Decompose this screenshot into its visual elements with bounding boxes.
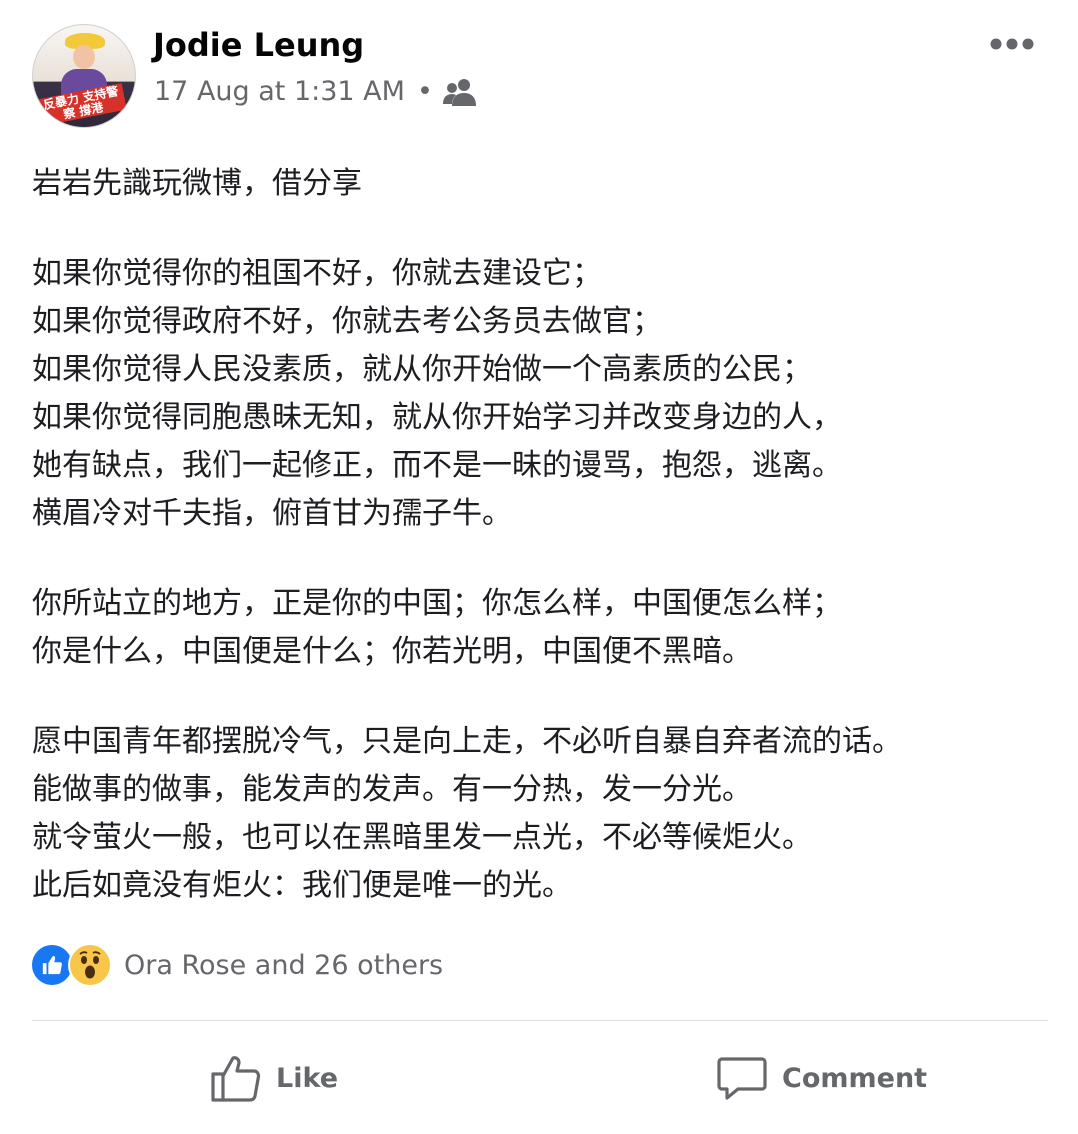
more-options-button[interactable] (988, 34, 1036, 54)
author-name[interactable]: Jodie Leung (153, 26, 364, 64)
post-text-line: 如果你觉得人民没素质，就从你开始做一个高素质的公民； (32, 352, 812, 387)
post-text-line: 此后如竟没有炬火：我们便是唯一的光。 (32, 868, 572, 903)
post-meta: 17 Aug at 1:31 AM • (154, 76, 477, 107)
post-text-line: 如果你觉得你的祖国不好，你就去建设它； (32, 256, 602, 291)
post-body: 岩岩先識玩微博，借分享如果你觉得你的祖国不好，你就去建设它； 如果你觉得政府不好，… (32, 160, 1032, 910)
post-paragraph: 如果你觉得你的祖国不好，你就去建设它； 如果你觉得政府不好，你就去考公务员去做官；… (32, 250, 1032, 538)
post-text-line: 能做事的做事，能发声的发声。有一分热，发一分光。 (32, 772, 752, 807)
post-text-line: 你所站立的地方，正是你的中国；你怎么样，中国便怎么样； (32, 586, 842, 621)
post-paragraph: 岩岩先識玩微博，借分享 (32, 160, 1032, 208)
comment-label: Comment (782, 1062, 928, 1094)
post-text-line: 愿中国青年都摆脱冷气，只是向上走，不必听自暴自弃者流的话。 (32, 724, 902, 759)
friends-icon[interactable] (442, 77, 477, 107)
post-text-line: 岩岩先識玩微博，借分享 (32, 166, 362, 201)
author-avatar[interactable]: 反暴力 支持警察 撐港 (32, 24, 136, 128)
post-paragraph: 愿中国青年都摆脱冷气，只是向上走，不必听自暴自弃者流的话。 能做事的做事，能发声的… (32, 718, 1032, 910)
avatar-face (73, 45, 95, 69)
wow-reaction-icon (68, 943, 112, 987)
post-text-line: 如果你觉得同胞愚昧无知，就从你开始学习并改变身边的人， (32, 400, 842, 435)
thumbs-up-icon (211, 1056, 261, 1102)
comment-icon (717, 1057, 767, 1100)
post-header: 反暴力 支持警察 撐港 Jodie Leung 17 Aug at 1:31 A… (0, 0, 1078, 140)
post-text-line: 你是什么，中国便是什么；你若光明，中国便不黑暗。 (32, 634, 752, 669)
post-text-line: 如果你觉得政府不好，你就去考公务员去做官； (32, 304, 662, 339)
actions-divider (32, 1020, 1048, 1021)
reactions-summary[interactable]: Ora Rose and 26 others (30, 942, 443, 988)
meta-separator: • (416, 76, 433, 107)
post-timestamp[interactable]: 17 Aug at 1:31 AM (154, 76, 405, 107)
post-paragraph: 你所站立的地方，正是你的中国；你怎么样，中国便怎么样； 你是什么，中国便是什么；你… (32, 580, 1032, 676)
post-text-line: 她有缺点，我们一起修正，而不是一昧的谩骂，抱怨，逃离。 (32, 448, 842, 483)
like-button[interactable]: Like (210, 1048, 338, 1108)
post-text-line: 就令萤火一般，也可以在黑暗里发一点光，不必等候炬火。 (32, 820, 812, 855)
more-options-icon (990, 38, 1034, 50)
like-label: Like (276, 1062, 339, 1094)
reactions-text[interactable]: Ora Rose and 26 others (124, 950, 443, 981)
comment-button[interactable]: Comment (716, 1048, 927, 1108)
post-text-line: 横眉冷对千夫指，俯首甘为孺子牛。 (32, 496, 512, 531)
